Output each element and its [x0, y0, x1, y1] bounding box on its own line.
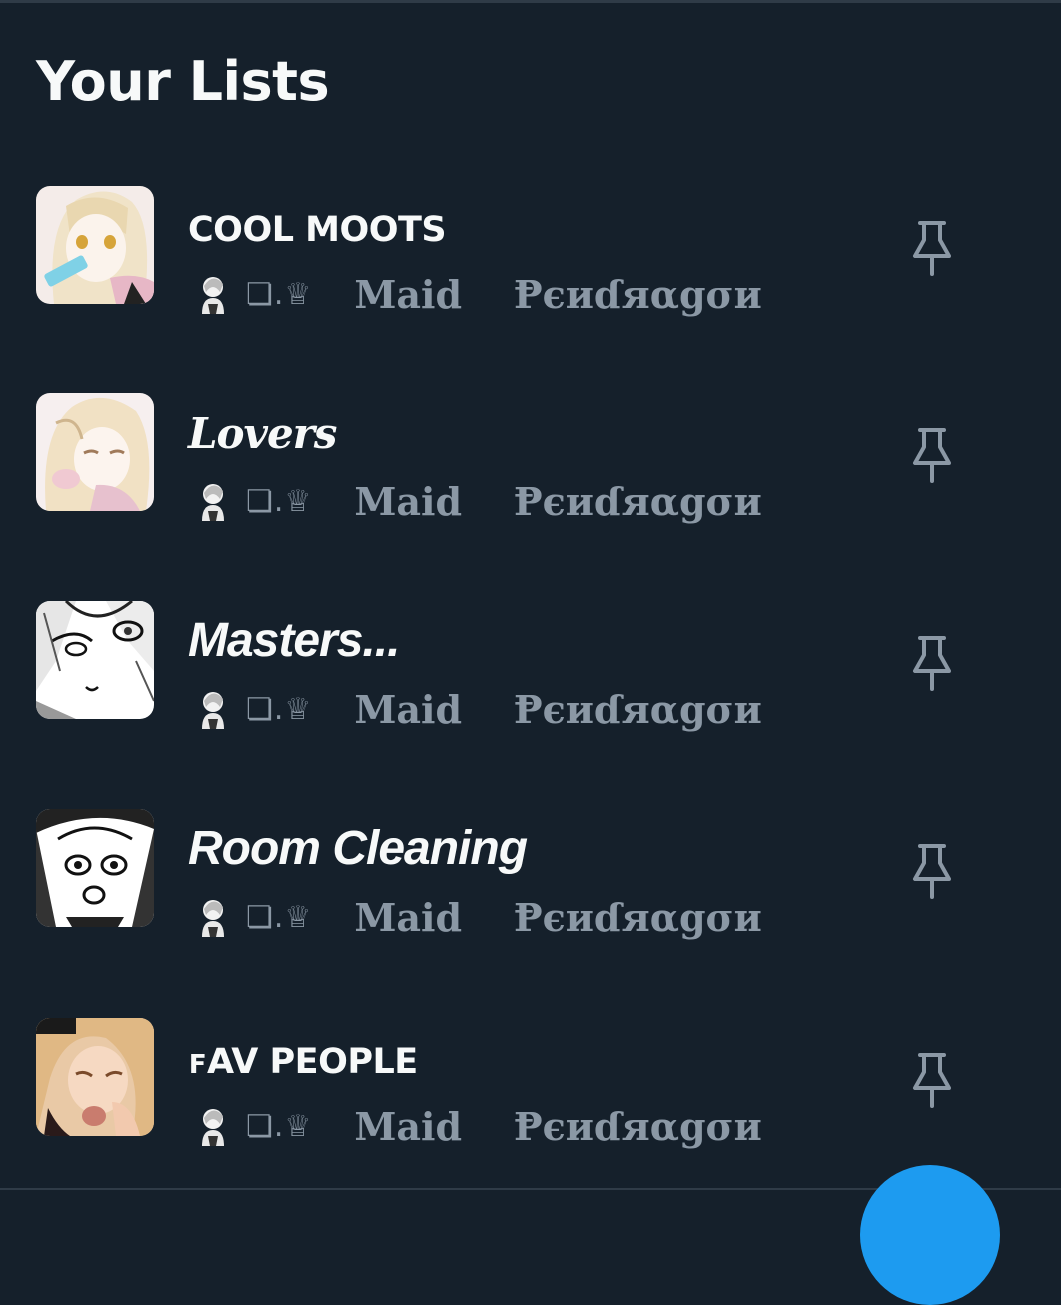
owner-avatar-icon: [202, 692, 224, 729]
owner-handle-glyphs: ❏.♕: [246, 1108, 313, 1144]
list-banner-image: [36, 186, 154, 304]
owner-handle-glyphs: ❏.♕: [246, 899, 313, 935]
owner-name-first: Maid: [354, 1103, 463, 1149]
owner-handle-glyphs: ❏.♕: [246, 483, 313, 519]
owner-name-last: Ᵽєиɗяαgσи: [514, 478, 762, 524]
owner-name-first: Maid: [354, 271, 463, 317]
pin-icon: [913, 844, 951, 899]
page-title: Your Lists: [36, 50, 330, 113]
owner-name-first: Maid: [354, 894, 463, 940]
list-owner: ❏.♕ Maid Ᵽєиɗяαgσи: [196, 478, 762, 524]
list-item[interactable]: Lovers ❏.♕ Maid Ᵽєиɗяαgσи: [0, 393, 1061, 593]
list-item[interactable]: Room Cleaning ❏.♕ Maid Ᵽєиɗяαgσи: [0, 809, 1061, 1009]
pin-icon: [913, 428, 951, 483]
owner-avatar-icon: [202, 277, 224, 314]
top-divider: [0, 0, 1061, 3]
list-item[interactable]: COOL MOOTS ❏.♕ Maid Ᵽєиɗяαgσи: [0, 186, 1061, 386]
list-name[interactable]: ꜰAV PEOPLE: [188, 1042, 418, 1082]
list-owner: ❏.♕ Maid Ᵽєиɗяαgσи: [196, 894, 762, 940]
pin-icon: [913, 221, 951, 276]
list-name[interactable]: Lovers: [188, 409, 337, 458]
list-owner: ❏.♕ Maid Ᵽєиɗяαgσи: [196, 271, 762, 317]
owner-name-first: Maid: [354, 478, 463, 524]
owner-avatar-icon: [202, 484, 224, 521]
list-name[interactable]: COOL MOOTS: [188, 210, 447, 250]
owner-name-first: Maid: [354, 686, 463, 732]
pin-icon: [913, 636, 951, 691]
owner-name-last: Ᵽєиɗяαgσи: [514, 686, 762, 732]
list-banner-image: [36, 393, 154, 511]
list-name[interactable]: Room Cleaning: [188, 821, 528, 876]
pin-button[interactable]: [900, 216, 964, 280]
pin-button[interactable]: [900, 423, 964, 487]
list-banner-image: [36, 809, 154, 927]
pin-icon: [913, 1053, 951, 1108]
list-owner: ❏.♕ Maid Ᵽєиɗяαgσи: [196, 1103, 762, 1149]
owner-handle-glyphs: ❏.♕: [246, 691, 313, 727]
owner-name-last: Ᵽєиɗяαgσи: [514, 1103, 762, 1149]
owner-avatar-icon: [202, 1109, 224, 1146]
list-name[interactable]: Masters...: [188, 613, 400, 668]
pin-button[interactable]: [900, 839, 964, 903]
pin-button[interactable]: [900, 1048, 964, 1112]
owner-name-last: Ᵽєиɗяαgσи: [514, 271, 762, 317]
owner-name-last: Ᵽєиɗяαgσи: [514, 894, 762, 940]
list-owner: ❏.♕ Maid Ᵽєиɗяαgσи: [196, 686, 762, 732]
list-banner-image: [36, 601, 154, 719]
owner-handle-glyphs: ❏.♕: [246, 276, 313, 312]
owner-avatar-icon: [202, 900, 224, 937]
list-banner-image: [36, 1018, 154, 1136]
list-item[interactable]: Masters... ❏.♕ Maid Ᵽєиɗяαgσи: [0, 601, 1061, 801]
pin-button[interactable]: [900, 631, 964, 695]
floating-action-button[interactable]: [860, 1165, 1000, 1305]
